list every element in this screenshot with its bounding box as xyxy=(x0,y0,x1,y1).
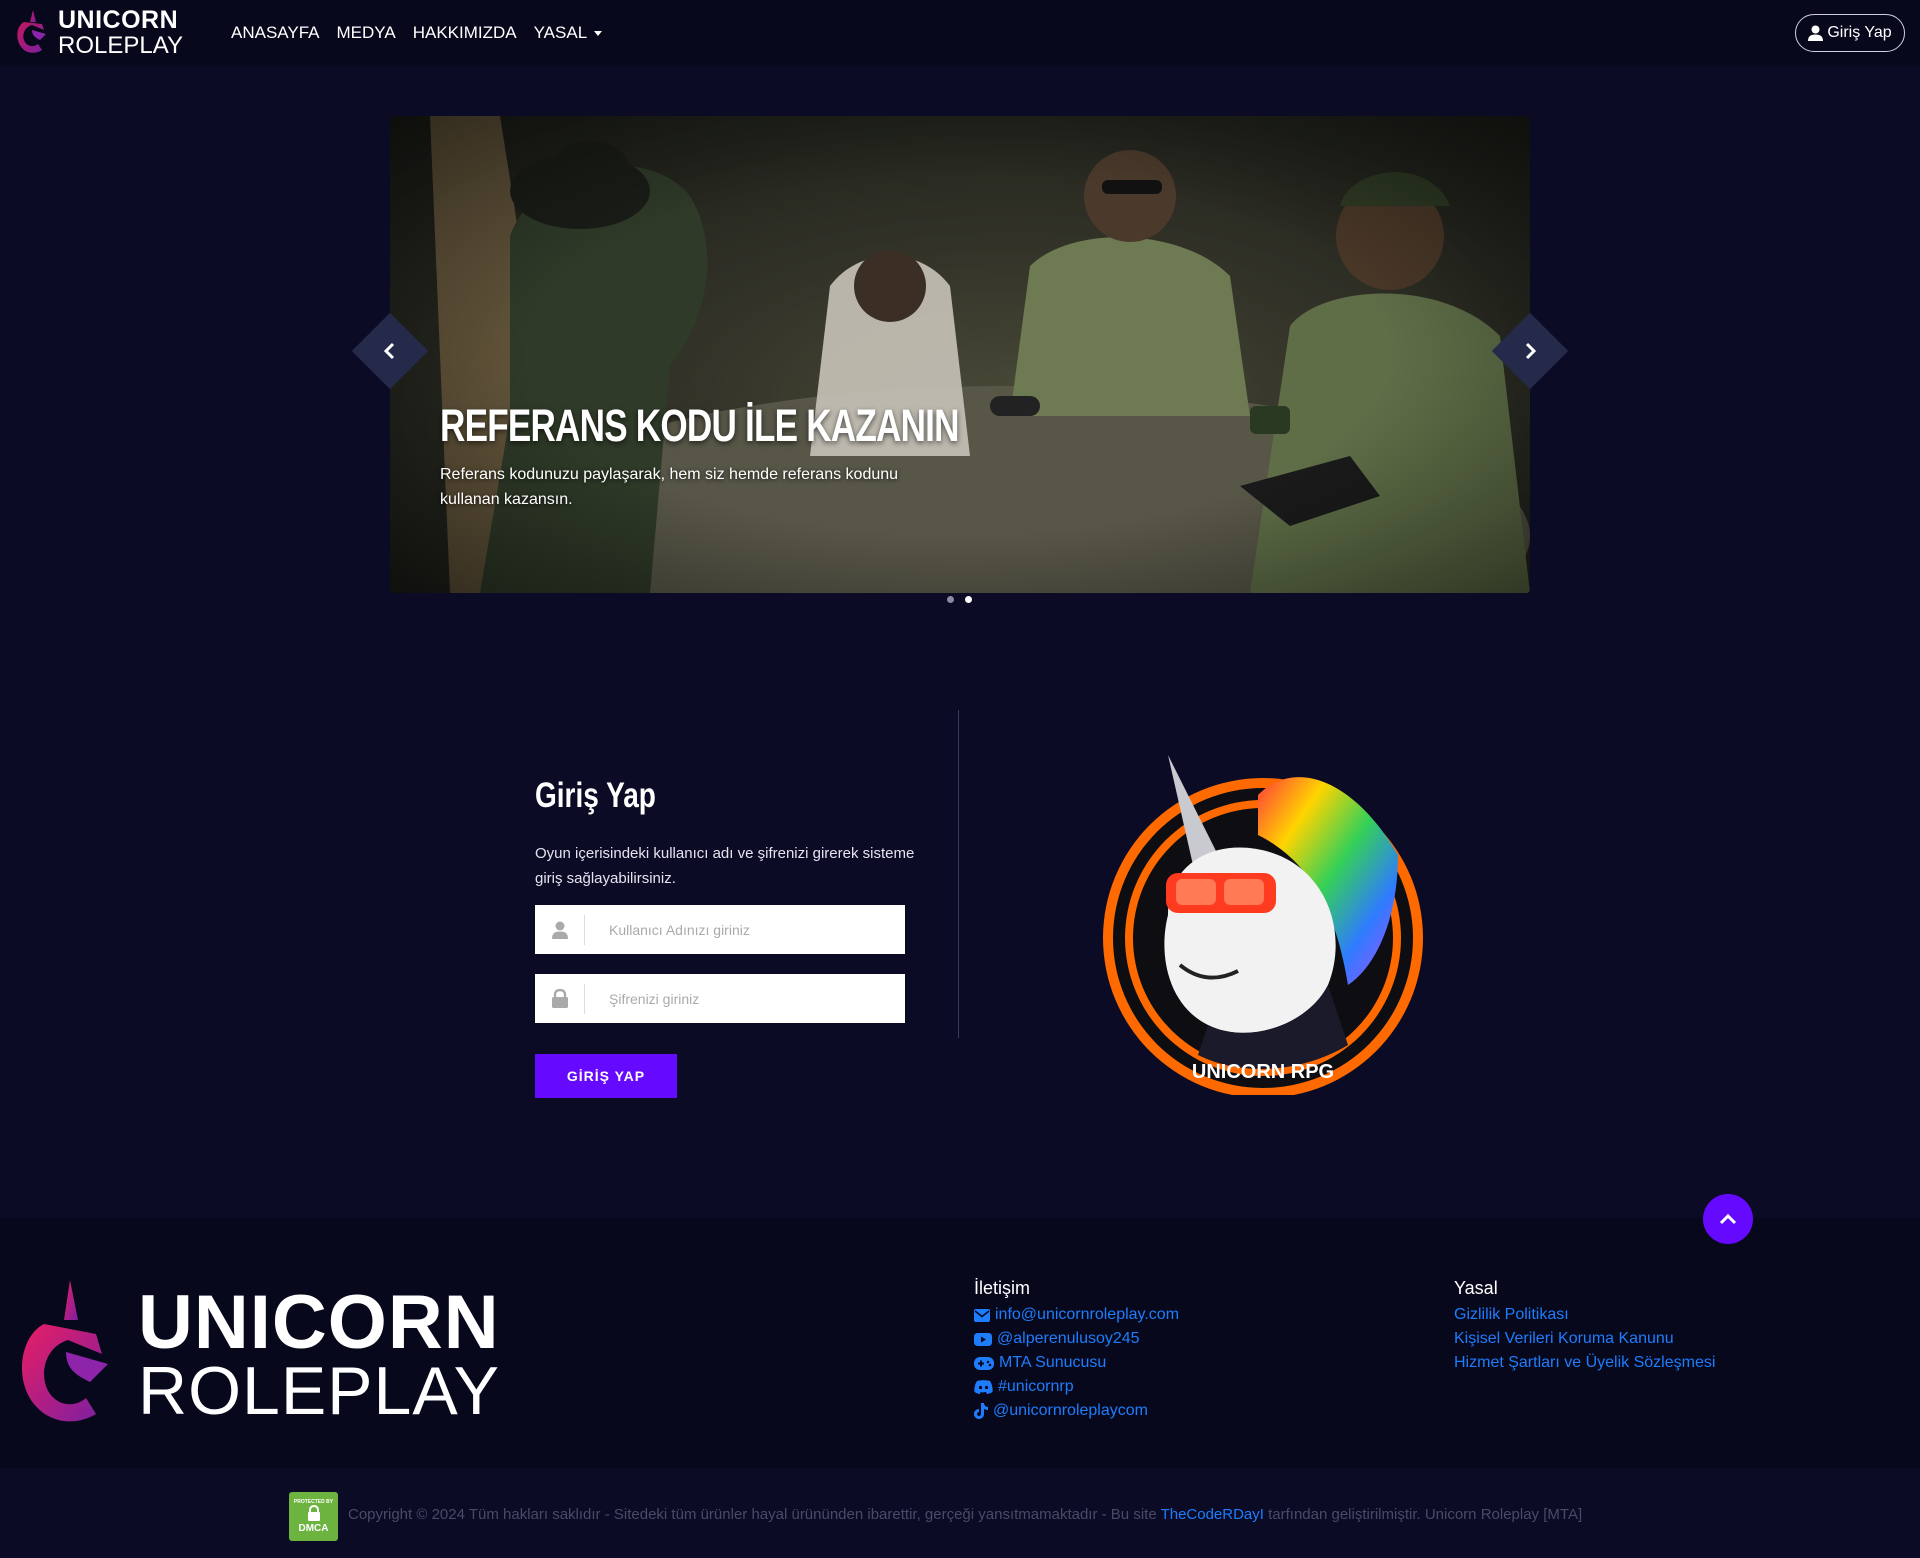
contact-mta-label: MTA Sunucusu xyxy=(999,1354,1107,1371)
unicorn-rpg-badge: UNICORN RPG xyxy=(1098,745,1428,1100)
carousel-indicators xyxy=(947,596,972,603)
password-input[interactable] xyxy=(585,974,905,1023)
dmca-badge[interactable]: PROTECTED BY DMCA xyxy=(289,1492,338,1541)
user-icon xyxy=(1808,25,1824,41)
top-navbar: UNICORN ROLEPLAY ANASAYFA MEDYA HAKKIMIZ… xyxy=(0,0,1920,66)
footer-contact-title: İletişim xyxy=(974,1278,1031,1298)
nav-legal-label: YASAL xyxy=(533,23,588,42)
login-description: Oyun içerisindeki kullanıcı adı ve şifre… xyxy=(535,845,915,887)
contact-discord-link[interactable]: #unicornrp xyxy=(974,1375,1179,1399)
nav-media[interactable]: MEDYA xyxy=(337,23,396,43)
envelope-icon xyxy=(974,1308,990,1322)
nav-home[interactable]: ANASAYFA xyxy=(231,23,320,43)
chevron-left-icon xyxy=(383,342,395,360)
brand-logo[interactable]: UNICORN ROLEPLAY xyxy=(14,8,183,58)
lock-icon xyxy=(307,1505,320,1521)
footer-brand-line1: UNICORN xyxy=(138,1279,500,1365)
copyright-before: Copyright © 2024 Tüm hakları saklıdır - … xyxy=(348,1506,1161,1523)
footer-legal-column: Yasal Gizlilik Politikası Kişisel Verile… xyxy=(1454,1278,1715,1375)
legal-terms-link[interactable]: Hizmet Şartları ve Üyelik Sözleşmesi xyxy=(1454,1351,1715,1375)
unicorn-logo-icon xyxy=(17,10,46,53)
nav-login-button[interactable]: Giriş Yap xyxy=(1795,14,1905,52)
copyright-text: Copyright © 2024 Tüm hakları saklıdır - … xyxy=(348,1506,1582,1523)
login-title: Giriş Yap xyxy=(535,776,656,815)
chevron-right-icon xyxy=(1525,342,1537,360)
contact-mta-link[interactable]: MTA Sunucusu xyxy=(974,1351,1179,1375)
main-nav: ANASAYFA MEDYA HAKKIMIZDA YASAL xyxy=(231,23,603,43)
contact-email-label: info@unicornroleplay.com xyxy=(995,1306,1180,1323)
lock-icon xyxy=(535,983,585,1014)
tiktok-icon xyxy=(974,1403,988,1419)
login-panel: Giriş Yap Oyun içerisindeki kullanıcı ad… xyxy=(535,776,935,891)
brand-name-line2: ROLEPLAY xyxy=(58,32,183,59)
password-field xyxy=(535,974,905,1023)
carousel-text: Referans kodunuzu paylaşarak, hem siz he… xyxy=(440,466,899,508)
section-divider xyxy=(958,710,959,1038)
discord-icon xyxy=(974,1380,993,1394)
contact-tiktok-label: @unicornroleplaycom xyxy=(993,1402,1148,1419)
user-icon xyxy=(535,914,585,945)
dmca-badge-bottom: DMCA xyxy=(298,1523,329,1534)
carousel-indicator-2[interactable] xyxy=(965,596,972,603)
contact-discord-label: #unicornrp xyxy=(998,1378,1074,1395)
legal-kvkk-link[interactable]: Kişisel Verileri Koruma Kanunu xyxy=(1454,1327,1715,1351)
contact-youtube-label: @alperenulusoy245 xyxy=(997,1330,1140,1347)
carousel-indicator-1[interactable] xyxy=(947,596,954,603)
footer-legal-title: Yasal xyxy=(1454,1278,1498,1298)
carousel-slide-image xyxy=(390,116,1530,593)
nav-login-label: Giriş Yap xyxy=(1827,24,1892,41)
badge-text: UNICORN RPG xyxy=(1192,1061,1334,1083)
copyright-after: tarfından geliştirilmiştir. Unicorn Role… xyxy=(1263,1506,1583,1523)
carousel-title: REFERANS KODU İLE KAZANIN xyxy=(440,400,959,451)
contact-youtube-link[interactable]: @alperenulusoy245 xyxy=(974,1327,1179,1351)
username-input[interactable] xyxy=(585,905,905,954)
developer-link[interactable]: TheCodeRDayI xyxy=(1161,1506,1264,1523)
contact-email-link[interactable]: info@unicornroleplay.com xyxy=(974,1303,1179,1327)
footer-logo: UNICORN ROLEPLAY xyxy=(14,1280,500,1430)
contact-tiktok-link[interactable]: @unicornroleplaycom xyxy=(974,1399,1179,1423)
footer-contact-column: İletişim info@unicornroleplay.com @alper… xyxy=(974,1278,1179,1423)
footer-brand-line2: ROLEPLAY xyxy=(138,1352,501,1429)
carousel-caption: REFERANS KODU İLE KAZANIN Referans kodun… xyxy=(440,400,960,512)
nav-about[interactable]: HAKKIMIZDA xyxy=(413,23,517,43)
chevron-up-icon xyxy=(1719,1213,1737,1225)
youtube-icon xyxy=(974,1332,992,1346)
hero-carousel: REFERANS KODU İLE KAZANIN Referans kodun… xyxy=(390,116,1530,593)
caret-down-icon xyxy=(594,30,603,36)
username-field xyxy=(535,905,905,954)
unicorn-badge-icon: UNICORN RPG xyxy=(1103,755,1423,1098)
gamepad-icon xyxy=(974,1356,994,1370)
scroll-to-top-button[interactable] xyxy=(1703,1194,1753,1244)
unicorn-logo-icon xyxy=(21,1280,108,1422)
brand-name-line1: UNICORN xyxy=(58,6,179,34)
nav-legal-dropdown[interactable]: YASAL xyxy=(534,23,603,43)
legal-privacy-link[interactable]: Gizlilik Politikası xyxy=(1454,1303,1715,1327)
login-submit-button[interactable]: GİRİŞ YAP xyxy=(535,1054,677,1098)
